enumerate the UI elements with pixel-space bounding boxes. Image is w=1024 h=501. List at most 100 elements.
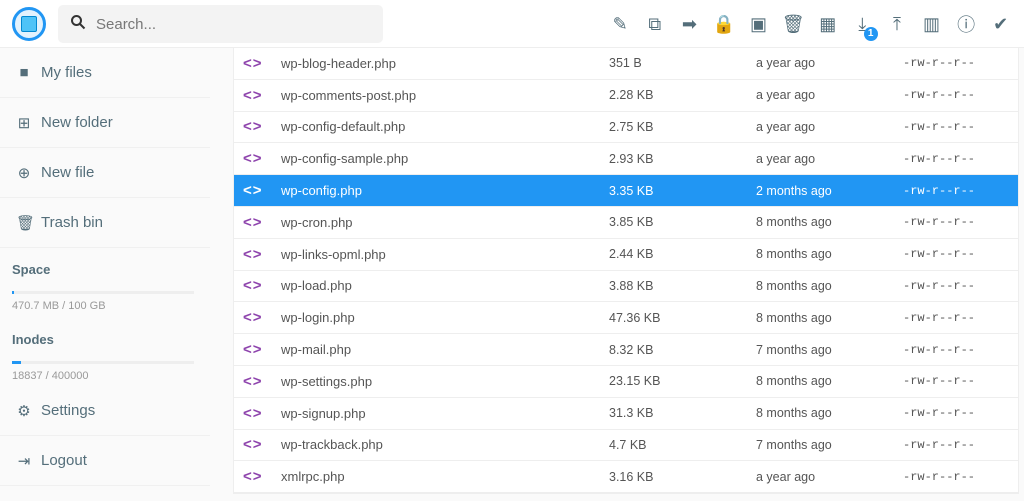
- file-permissions: -rw-r--r--: [903, 183, 976, 198]
- select-button[interactable]: ✔: [983, 9, 1018, 39]
- file-name: wp-config-sample.php: [281, 151, 409, 167]
- file-modified: 8 months ago: [756, 215, 832, 230]
- file-modified: 2 months ago: [756, 183, 832, 198]
- code-file-icon: <>: [243, 341, 263, 359]
- file-row[interactable]: <> wp-login.php 47.36 KB 8 months ago -r…: [234, 302, 1018, 335]
- sidebar-item-label: My files: [41, 64, 92, 81]
- code-file-icon: <>: [243, 213, 263, 231]
- file-row[interactable]: <> wp-links-opml.php 2.44 KB 8 months ag…: [234, 239, 1018, 271]
- view-mode-button[interactable]: ▦: [810, 9, 845, 39]
- file-permissions: -rw-r--r--: [903, 247, 976, 262]
- folder-plus-icon: ⊞: [17, 114, 31, 132]
- space-title: Space: [12, 262, 51, 277]
- file-size: 4.7 KB: [609, 437, 647, 452]
- upload-button[interactable]: ⤒: [880, 9, 915, 39]
- shell-icon: ▥: [923, 13, 941, 34]
- search-icon: [70, 14, 86, 35]
- file-name: wp-blog-header.php: [281, 55, 396, 71]
- download-count-badge: 1: [863, 27, 878, 41]
- file-permissions: -rw-r--r--: [903, 437, 976, 452]
- file-modified: 8 months ago: [756, 374, 832, 389]
- permissions-icon: 🔒: [712, 13, 736, 34]
- delete-button[interactable]: 🗑: [776, 9, 811, 39]
- file-row[interactable]: <> wp-mail.php 8.32 KB 7 months ago -rw-…: [234, 334, 1018, 366]
- code-file-icon: <>: [243, 118, 263, 136]
- code-file-icon: <>: [243, 182, 263, 200]
- sidebar-item-new-folder[interactable]: ⊞ New folder: [0, 98, 210, 148]
- download-button[interactable]: ⤓ 1: [845, 9, 880, 41]
- delete-icon: 🗑: [781, 13, 805, 34]
- select-icon: ✔: [993, 13, 1009, 34]
- file-size: 47.36 KB: [609, 310, 661, 325]
- file-row[interactable]: <> wp-config-sample.php 2.93 KB a year a…: [234, 143, 1018, 176]
- shell-button[interactable]: ▥: [914, 9, 949, 39]
- file-size: 3.88 KB: [609, 278, 654, 293]
- permissions-button[interactable]: 🔒: [707, 9, 742, 39]
- gear-icon: ⚙: [17, 402, 31, 420]
- file-modified: 8 months ago: [756, 406, 832, 421]
- file-size: 2.75 KB: [609, 119, 654, 134]
- code-file-icon: <>: [243, 86, 263, 104]
- file-permissions: -rw-r--r--: [903, 215, 976, 230]
- file-row[interactable]: <> wp-cron.php 3.85 KB 8 months ago -rw-…: [234, 207, 1018, 239]
- sidebar-item-my-files[interactable]: ■ My files: [0, 48, 210, 98]
- file-row[interactable]: <> wp-comments-post.php 2.28 KB a year a…: [234, 80, 1018, 112]
- file-row[interactable]: <> wp-config-default.php 2.75 KB a year …: [234, 112, 1018, 144]
- file-name: wp-signup.php: [281, 405, 366, 421]
- sidebar-item-label: New folder: [41, 114, 113, 131]
- file-permissions: -rw-r--r--: [903, 56, 976, 71]
- file-size: 31.3 KB: [609, 406, 654, 421]
- file-row[interactable]: <> wp-config.php 3.35 KB 2 months ago -r…: [234, 175, 1018, 207]
- code-file-icon: <>: [243, 150, 263, 168]
- search-input[interactable]: [96, 15, 356, 33]
- file-permissions: -rw-r--r--: [903, 88, 976, 103]
- file-modified: 8 months ago: [756, 278, 832, 293]
- file-row[interactable]: <> wp-trackback.php 4.7 KB 7 months ago …: [234, 430, 1018, 462]
- file-name: wp-login.php: [281, 310, 355, 326]
- file-size: 8.32 KB: [609, 342, 654, 357]
- file-size: 2.93 KB: [609, 151, 654, 166]
- space-progress-bar: [12, 291, 194, 294]
- file-size: 2.44 KB: [609, 247, 654, 262]
- sidebar: ■ My files ⊞ New folder ⊕ New file 🗑 Trash bin …: [0, 48, 210, 486]
- edit-button[interactable]: ✎: [603, 9, 638, 39]
- logout-icon: ⇥: [17, 452, 31, 470]
- file-name: wp-trackback.php: [281, 437, 383, 453]
- file-name: wp-cron.php: [281, 214, 353, 230]
- file-modified: a year ago: [756, 119, 816, 134]
- upload-icon: ⤒: [892, 13, 901, 34]
- move-button[interactable]: ➡: [672, 9, 707, 39]
- file-row[interactable]: <> xmlrpc.php 3.16 KB a year ago -rw-r--…: [234, 461, 1018, 494]
- sidebar-item-trash-bin[interactable]: 🗑 Trash bin: [0, 198, 210, 248]
- sidebar-item-settings[interactable]: ⚙ Settings: [0, 386, 210, 436]
- file-plus-icon: ⊕: [17, 164, 31, 182]
- archive-button[interactable]: ▣: [741, 9, 776, 39]
- file-size: 3.85 KB: [609, 215, 654, 230]
- file-name: xmlrpc.php: [281, 469, 345, 485]
- copy-button[interactable]: ⧉: [637, 9, 672, 39]
- logo-icon[interactable]: [12, 7, 46, 41]
- search-box[interactable]: [58, 5, 383, 43]
- file-size: 3.35 KB: [609, 183, 654, 198]
- file-row[interactable]: <> wp-signup.php 31.3 KB 8 months ago -r…: [234, 398, 1018, 430]
- sidebar-item-logout[interactable]: ⇥ Logout: [0, 436, 210, 486]
- space-text: 470.7 MB / 100 GB: [12, 300, 106, 312]
- file-permissions: -rw-r--r--: [903, 342, 976, 357]
- file-row[interactable]: <> wp-load.php 3.88 KB 8 months ago -rw-…: [234, 271, 1018, 303]
- toolbar: ✎ ⧉ ➡ 🔒 ▣ 🗑 ▦ ⤓ 1 ⤒ ▥ ⓘ ✔: [603, 9, 1018, 41]
- sidebar-item-label: Settings: [41, 402, 96, 419]
- file-size: 351 B: [609, 56, 642, 71]
- file-name: wp-load.php: [281, 278, 352, 294]
- archive-icon: ▣: [750, 13, 768, 34]
- sidebar-item-new-file[interactable]: ⊕ New file: [0, 148, 210, 198]
- code-file-icon: <>: [243, 404, 263, 422]
- file-modified: a year ago: [756, 88, 816, 103]
- file-name: wp-config-default.php: [281, 119, 406, 135]
- inodes-text: 18837 / 400000: [12, 370, 89, 382]
- file-row[interactable]: <> wp-blog-header.php 351 B a year ago -…: [234, 48, 1018, 80]
- file-row[interactable]: <> wp-settings.php 23.15 KB 8 months ago…: [234, 366, 1018, 398]
- file-modified: 7 months ago: [756, 342, 832, 357]
- info-button[interactable]: ⓘ: [949, 9, 984, 39]
- file-name: wp-links-opml.php: [281, 246, 386, 262]
- code-file-icon: <>: [243, 468, 263, 486]
